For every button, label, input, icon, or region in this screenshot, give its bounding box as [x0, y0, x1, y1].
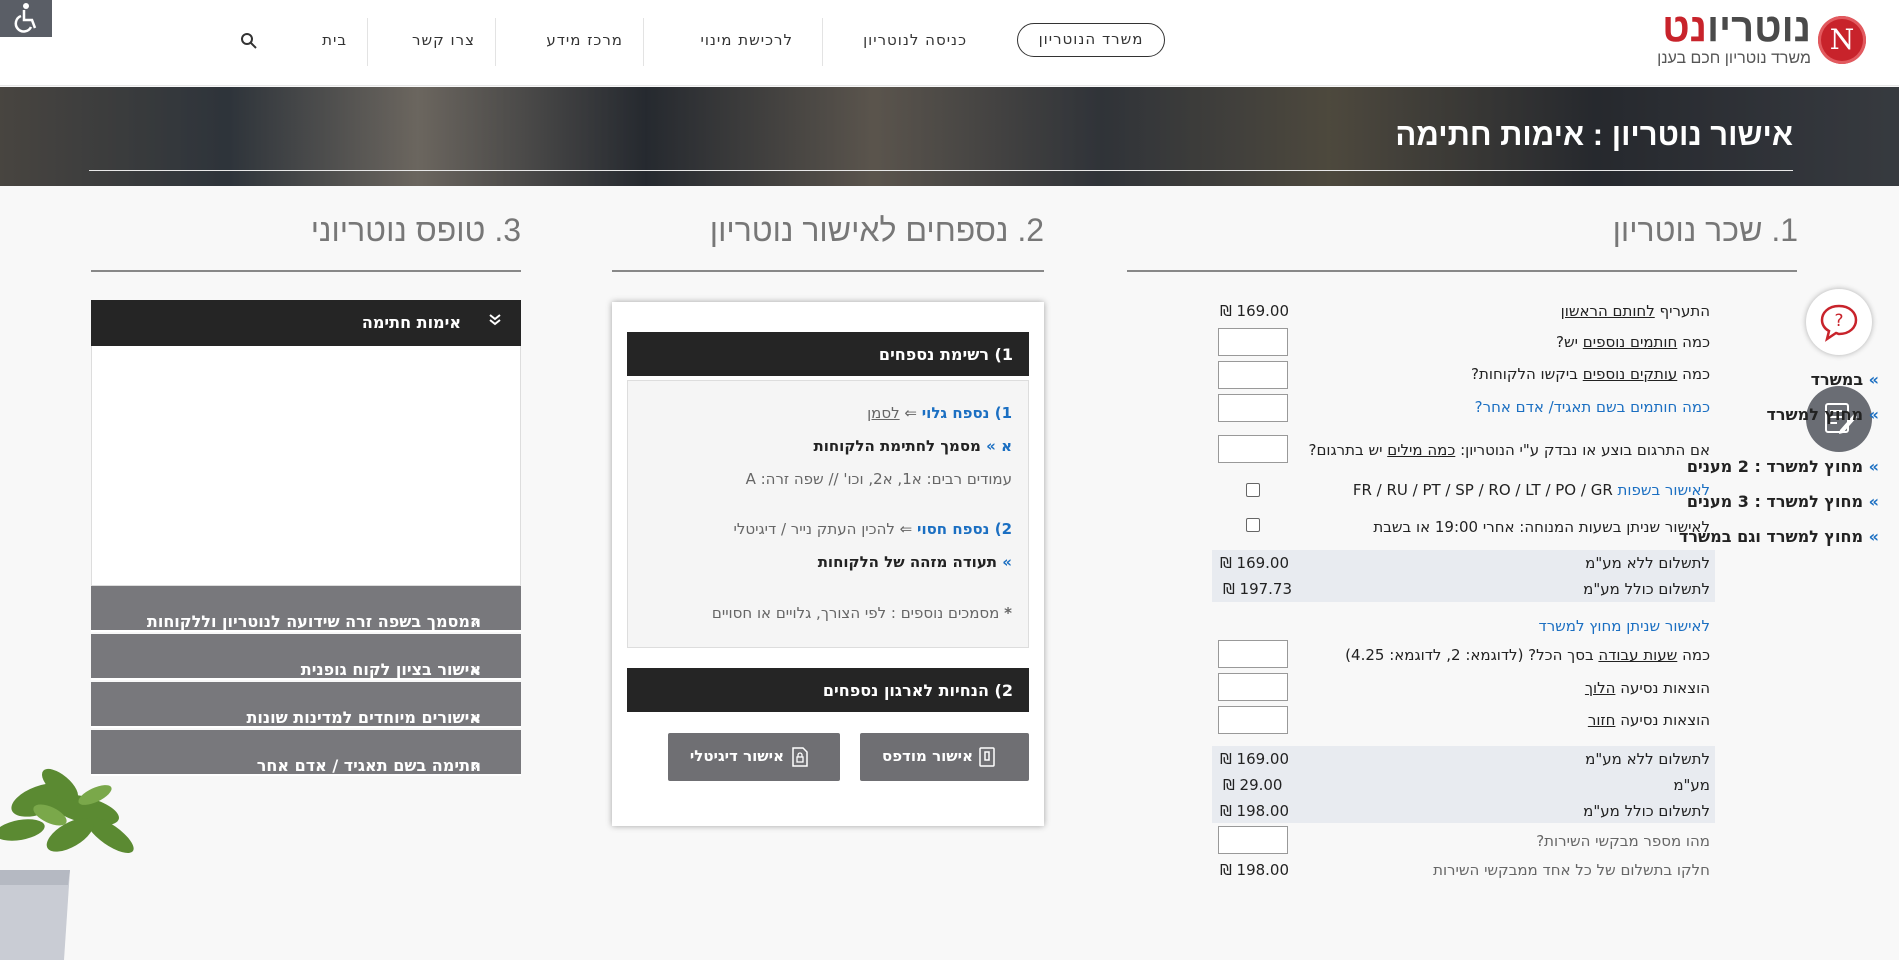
form-section-divider: [91, 270, 521, 272]
first-signer-label: התעריף לחותם הראשון: [1560, 302, 1710, 320]
search-icon[interactable]: [240, 32, 258, 50]
chevron-down-icon: [489, 312, 501, 331]
accordion-foreign-language[interactable]: » המסמך בשפה זרה שידועה לנוטריון וללקוחו…: [91, 586, 521, 632]
option-outside-3[interactable]: » מחוץ למשרד : 3 מענים: [1687, 492, 1879, 511]
travel-there-link[interactable]: הלוך: [1585, 679, 1615, 697]
extra-signers-input[interactable]: [1218, 328, 1288, 356]
chat-button[interactable]: ?: [1806, 289, 1872, 355]
printed-approval-button[interactable]: אישור מודפס: [860, 733, 1029, 781]
vat-label: מע"מ: [1673, 776, 1710, 794]
total-with-vat-amount: ₪ 198.00: [1220, 802, 1290, 820]
mark-link[interactable]: לסמן: [867, 404, 900, 422]
hidden-appendix-row: 2) נספח חסוי ⇐ להכין העתק נייר / דיגיטלי: [733, 520, 1012, 538]
work-hours-link[interactable]: שעות עבודה: [1598, 646, 1677, 664]
accordion-signature-verification[interactable]: אימות חתימה: [91, 300, 521, 346]
plant-decoration: [0, 760, 150, 960]
languages-label: לאישור בשפות FR / RU / PT / SP / RO / LT…: [1352, 481, 1710, 499]
travel-there-input[interactable]: [1218, 673, 1288, 701]
nav-divider: [367, 18, 368, 66]
split-amount: ₪ 198.00: [1220, 861, 1290, 879]
first-signer-link[interactable]: לחותם הראשון: [1561, 302, 1655, 320]
option-in-office[interactable]: » במשרד: [1811, 370, 1879, 389]
nav-login[interactable]: כניסה לנוטריון: [863, 31, 967, 49]
requesters-input[interactable]: [1218, 826, 1288, 854]
travel-back-link[interactable]: חזור: [1588, 711, 1616, 729]
accessibility-button[interactable]: [0, 0, 52, 37]
nav-divider: [495, 18, 496, 66]
travel-back-input[interactable]: [1218, 706, 1288, 734]
id-doc-row: » תעודה מזהה של הלקוחות: [817, 553, 1012, 571]
appendix-section-divider: [612, 270, 1044, 272]
vat-amount: ₪ 29.00: [1223, 776, 1283, 794]
nav-home[interactable]: בית: [322, 31, 347, 49]
instructions-header[interactable]: 2) הנחיות לארגון נספחים: [627, 668, 1029, 712]
wheelchair-icon: [14, 3, 37, 33]
doc-a-row: א » מסמך לחתימת הלקוחות: [813, 437, 1012, 455]
requesters-label: מהו מספר מבקשי השירות?: [1536, 832, 1710, 850]
nav-divider: [643, 18, 644, 66]
translation-link[interactable]: כמה מילים: [1387, 441, 1455, 459]
visible-appendix-row: 1) נספח גלוי ⇐ לסמן: [867, 404, 1012, 422]
multi-pages-note: עמודים רבים: א1, א2, וכו' // שפה זרה: A: [745, 470, 1012, 488]
pay-no-vat-label: לתשלום ללא מע"מ: [1585, 554, 1710, 572]
appendix-list-header: 1) רשימת נספחים: [627, 332, 1029, 376]
translation-words-input[interactable]: [1218, 435, 1288, 463]
digital-doc-icon: [792, 747, 808, 767]
travel-there-label: הוצאות נסיעה הלוך: [1584, 679, 1710, 697]
extra-copies-label: כמה עותקים נוספים ביקשו הלקוחות?: [1471, 365, 1710, 383]
extra-signers-label: כמה חותמים נוספים יש?: [1556, 333, 1710, 351]
nav-office-button[interactable]: משרד הנוטריון: [1017, 23, 1165, 57]
languages-checkbox[interactable]: [1246, 483, 1260, 497]
translation-label: אם התרגום בוצע או נבדק ע"י הנוטריון: כמה…: [1308, 441, 1711, 459]
option-outside-2[interactable]: » מחוץ למשרד : 2 מענים: [1687, 457, 1879, 476]
form-section-title: 3. טופס נוטריוני: [310, 212, 521, 248]
corp-signers-input[interactable]: [1218, 394, 1288, 422]
logo-accent: נט: [1662, 6, 1707, 50]
print-doc-icon: [979, 747, 995, 767]
pay-with-vat-label: לתשלום כולל מע"מ: [1583, 580, 1710, 598]
extra-copies-link[interactable]: עותקים נוספים: [1583, 365, 1678, 383]
fee-section-title: 1. שכר נוטריון: [1612, 212, 1798, 248]
travel-back-label: הוצאות נסיעה חזור: [1587, 711, 1710, 729]
svg-text:?: ?: [1834, 311, 1843, 331]
logo-wordmark[interactable]: נוטריונט: [1662, 6, 1811, 51]
rest-hours-checkbox[interactable]: [1246, 518, 1260, 532]
page-title: אישור נוטריון : אימות חתימה: [1395, 117, 1793, 152]
extra-signers-link[interactable]: חותמים נוספים: [1583, 333, 1678, 351]
option-outside[interactable]: » מחוץ למשרד: [1766, 405, 1879, 424]
nav-info-center[interactable]: מרכז מידע: [546, 31, 623, 49]
work-hours-label: כמה שעות עבודה בסך הכל? (לדוגמא: 2, לדוג…: [1345, 646, 1710, 664]
total-no-vat-label: לתשלום ללא מע"מ: [1585, 750, 1710, 768]
split-label: חלקו בתשלום של כל אחד ממבקשי השירות: [1433, 861, 1710, 879]
accordion-body: [91, 346, 521, 586]
accordion-corporate-client[interactable]: » אישור בציון לקוח גופנית: [91, 634, 521, 680]
outside-office-link[interactable]: לאישור שניתן מחוץ למשרד: [1539, 617, 1711, 635]
accordion-on-behalf[interactable]: » חתימה בשם תאגיד / אדם אחר: [91, 730, 521, 776]
appendix-section-title: 2. נספחים לאישור נוטריון: [709, 212, 1044, 248]
nav-buy-appointment[interactable]: לרכישת מינוי: [700, 31, 793, 49]
total-no-vat-amount: ₪ 169.00: [1220, 750, 1290, 768]
option-outside-and-in[interactable]: » מחוץ למשרד וגם במשרד: [1679, 527, 1879, 546]
digital-approval-button[interactable]: אישור דיגיטלי: [668, 733, 840, 781]
fee-section-divider: [1127, 270, 1797, 272]
logo-main: נוטריו: [1706, 6, 1811, 50]
first-signer-amount: ₪ 169.00: [1220, 302, 1290, 320]
pay-with-vat-amount: ₪ 197.73: [1223, 580, 1293, 598]
total-with-vat-label: לתשלום כולל מע"מ: [1583, 802, 1710, 820]
accordion-special-countries[interactable]: » אישורים מיוחדים למדינות שונות: [91, 682, 521, 728]
site-header: N נוטריונט משרד נוטריון חכם בענן משרד הנ…: [0, 0, 1899, 86]
nav-contact[interactable]: צרו קשר: [412, 31, 475, 49]
nav-divider: [822, 18, 823, 66]
logo-tagline: משרד נוטריון חכם בענן: [1657, 50, 1811, 67]
work-hours-input[interactable]: [1218, 640, 1288, 668]
corp-signers-link[interactable]: כמה חותמים בשם תאגיד/ אדם אחר?: [1475, 398, 1710, 416]
logo-icon[interactable]: N: [1818, 16, 1866, 64]
rest-hours-label: לאישור שניתן בשעות המנוחה: אחרי 19:00 או…: [1373, 518, 1710, 536]
extra-copies-input[interactable]: [1218, 361, 1288, 389]
hero-banner: אישור נוטריון : אימות חתימה: [0, 87, 1899, 186]
chat-question-icon: ?: [1820, 304, 1858, 342]
hero-divider: [89, 170, 1793, 171]
pay-no-vat-amount: ₪ 169.00: [1220, 554, 1290, 572]
extra-docs-row: * מסמכים נוספים : לפי הצורך, גלויים או ח…: [711, 604, 1012, 622]
